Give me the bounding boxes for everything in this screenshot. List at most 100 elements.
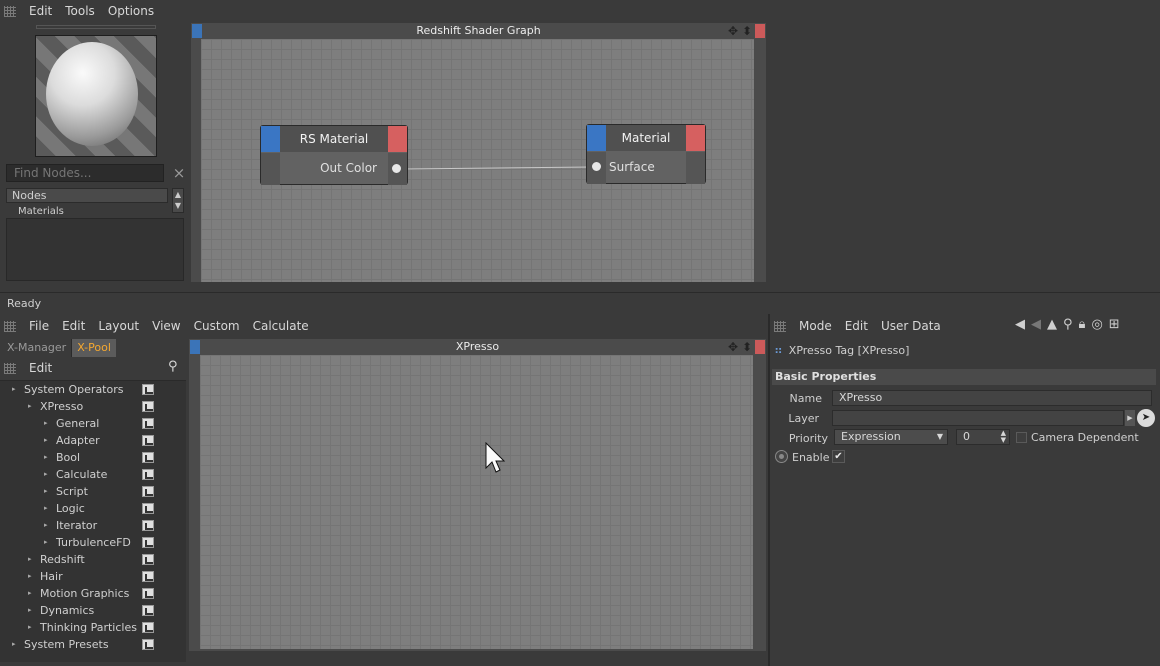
tree-item-label: Motion Graphics — [40, 587, 130, 600]
tree-item-visibility-icon[interactable] — [142, 622, 154, 633]
tree-item[interactable]: ▸ Script — [0, 483, 186, 500]
out-color-port[interactable] — [390, 162, 403, 175]
lock-icon[interactable]: 🔒︎ — [1079, 317, 1086, 332]
tree-item-visibility-icon[interactable] — [142, 537, 154, 548]
tree-item[interactable]: ▸ Hair — [0, 568, 186, 585]
search-icon[interactable]: ⚲ — [1063, 317, 1073, 332]
pick-layer-icon[interactable]: ➤ — [1137, 409, 1155, 427]
status-text: Ready — [7, 297, 42, 310]
node-title: Material — [621, 131, 671, 145]
tree-item-visibility-icon[interactable] — [142, 401, 154, 412]
tree-item-label: System Operators — [24, 383, 124, 396]
tree-expand-icon[interactable]: ▸ — [44, 517, 48, 534]
menu-edit[interactable]: Edit — [845, 319, 868, 333]
panel-grip-icon[interactable] — [4, 362, 16, 374]
menu-edit[interactable]: Edit — [62, 319, 85, 333]
xpresso-corner-left[interactable] — [190, 340, 200, 354]
tree-item-visibility-icon[interactable] — [142, 588, 154, 599]
tree-item[interactable]: ▸ Motion Graphics — [0, 585, 186, 602]
tree-item-visibility-icon[interactable] — [142, 503, 154, 514]
menu-layout[interactable]: Layout — [98, 319, 139, 333]
stepper-icon[interactable]: ▲ ▼ — [1001, 430, 1006, 444]
priority-value: Expression — [841, 430, 901, 443]
back-arrow-icon[interactable]: ◀ — [1015, 317, 1025, 332]
tree-expand-icon[interactable]: ▸ — [28, 568, 32, 585]
menu-edit[interactable]: Edit — [29, 361, 52, 375]
tree-item[interactable]: ▸ Thinking Particles — [0, 619, 186, 636]
menu-view[interactable]: View — [152, 319, 180, 333]
tree-item-visibility-icon[interactable] — [142, 605, 154, 616]
tree-item-visibility-icon[interactable] — [142, 384, 154, 395]
tree-item[interactable]: ▸ TurbulenceFD — [0, 534, 186, 551]
tree-expand-icon[interactable]: ▸ — [44, 500, 48, 517]
arrow-updown-icon[interactable]: ⬍ — [742, 340, 752, 354]
xpresso-tag-icon: ⠶ — [774, 343, 783, 357]
panel-grip-icon[interactable] — [774, 320, 786, 332]
tree-expand-icon[interactable]: ▸ — [44, 534, 48, 551]
tree-expand-icon[interactable]: ▸ — [28, 619, 32, 636]
up-arrow-icon[interactable]: ▲ — [1047, 317, 1057, 332]
tree-item-visibility-icon[interactable] — [142, 469, 154, 480]
tree-expand-icon[interactable]: ▸ — [28, 585, 32, 602]
target-icon[interactable]: ◎ — [1091, 317, 1102, 332]
tree-item-visibility-icon[interactable] — [142, 452, 154, 463]
tree-item[interactable]: ▸ General — [0, 415, 186, 432]
search-icon[interactable]: ⚲ — [168, 359, 178, 374]
layer-field[interactable] — [832, 410, 1124, 426]
menu-calculate[interactable]: Calculate — [253, 319, 309, 333]
tree-item[interactable]: ▸ Iterator — [0, 517, 186, 534]
tree-expand-icon[interactable]: ▸ — [44, 466, 48, 483]
tree-item-visibility-icon[interactable] — [142, 571, 154, 582]
tree-item[interactable]: ▸ System Presets — [0, 636, 186, 653]
tree-expand-icon[interactable]: ▸ — [44, 449, 48, 466]
xpresso-canvas[interactable] — [200, 355, 753, 649]
layer-arrow-button[interactable]: ▶ — [1125, 410, 1135, 426]
material-node[interactable]: Material Surface — [586, 124, 706, 184]
tree-item[interactable]: ▸ Redshift — [0, 551, 186, 568]
menu-user-data[interactable]: User Data — [881, 319, 941, 333]
tree-expand-icon[interactable]: ▸ — [12, 381, 16, 398]
tree-item-visibility-icon[interactable] — [142, 435, 154, 446]
move-icon[interactable]: ✥ — [728, 340, 738, 354]
xpresso-editor-panel: XPresso ✥ ⬍ — [189, 339, 766, 651]
panel-grip-icon[interactable] — [4, 320, 16, 332]
forward-arrow-icon[interactable]: ◀ — [1031, 317, 1041, 332]
tree-item[interactable]: ▸ System Operators — [0, 381, 186, 398]
tree-item-visibility-icon[interactable] — [142, 554, 154, 565]
tree-item[interactable]: ▸ Bool — [0, 449, 186, 466]
tree-expand-icon[interactable]: ▸ — [28, 602, 32, 619]
tree-expand-icon[interactable]: ▸ — [44, 432, 48, 449]
new-window-icon[interactable]: ⊞ — [1109, 317, 1120, 332]
menu-mode[interactable]: Mode — [799, 319, 832, 333]
surface-port[interactable] — [590, 160, 603, 173]
tree-item[interactable]: ▸ XPresso — [0, 398, 186, 415]
tree-item[interactable]: ▸ Calculate — [0, 466, 186, 483]
menu-custom[interactable]: Custom — [194, 319, 240, 333]
tree-item[interactable]: ▸ Dynamics — [0, 602, 186, 619]
menu-file[interactable]: File — [29, 319, 49, 333]
tree-item-visibility-icon[interactable] — [142, 520, 154, 531]
tab-x-manager[interactable]: X-Manager — [2, 339, 73, 357]
tree-expand-icon[interactable]: ▸ — [12, 636, 16, 653]
tree-item-visibility-icon[interactable] — [142, 418, 154, 429]
enable-checkbox[interactable]: ✔ — [832, 450, 845, 463]
tree-item-visibility-icon[interactable] — [142, 639, 154, 650]
name-field[interactable]: XPresso — [832, 390, 1152, 406]
animate-enable-icon[interactable] — [775, 450, 788, 463]
rs-material-node[interactable]: RS Material Out Color — [260, 125, 408, 185]
tree-expand-icon[interactable]: ▸ — [28, 398, 32, 415]
camera-dependent-checkbox[interactable] — [1016, 432, 1027, 443]
tree-item[interactable]: ▸ Adapter — [0, 432, 186, 449]
priority-number-input[interactable]: 0 ▲ ▼ — [956, 429, 1010, 445]
priority-select[interactable]: Expression ▼ — [834, 429, 948, 445]
priority-number: 0 — [963, 430, 970, 443]
tree-expand-icon[interactable]: ▸ — [44, 483, 48, 500]
section-header: Basic Properties — [772, 369, 1156, 385]
xpresso-corner-right[interactable] — [755, 340, 765, 354]
object-title: XPresso Tag [XPresso] — [788, 343, 910, 357]
tree-item[interactable]: ▸ Logic — [0, 500, 186, 517]
tree-expand-icon[interactable]: ▸ — [44, 415, 48, 432]
tree-item-visibility-icon[interactable] — [142, 486, 154, 497]
tab-x-pool[interactable]: X-Pool — [72, 339, 116, 357]
tree-expand-icon[interactable]: ▸ — [28, 551, 32, 568]
